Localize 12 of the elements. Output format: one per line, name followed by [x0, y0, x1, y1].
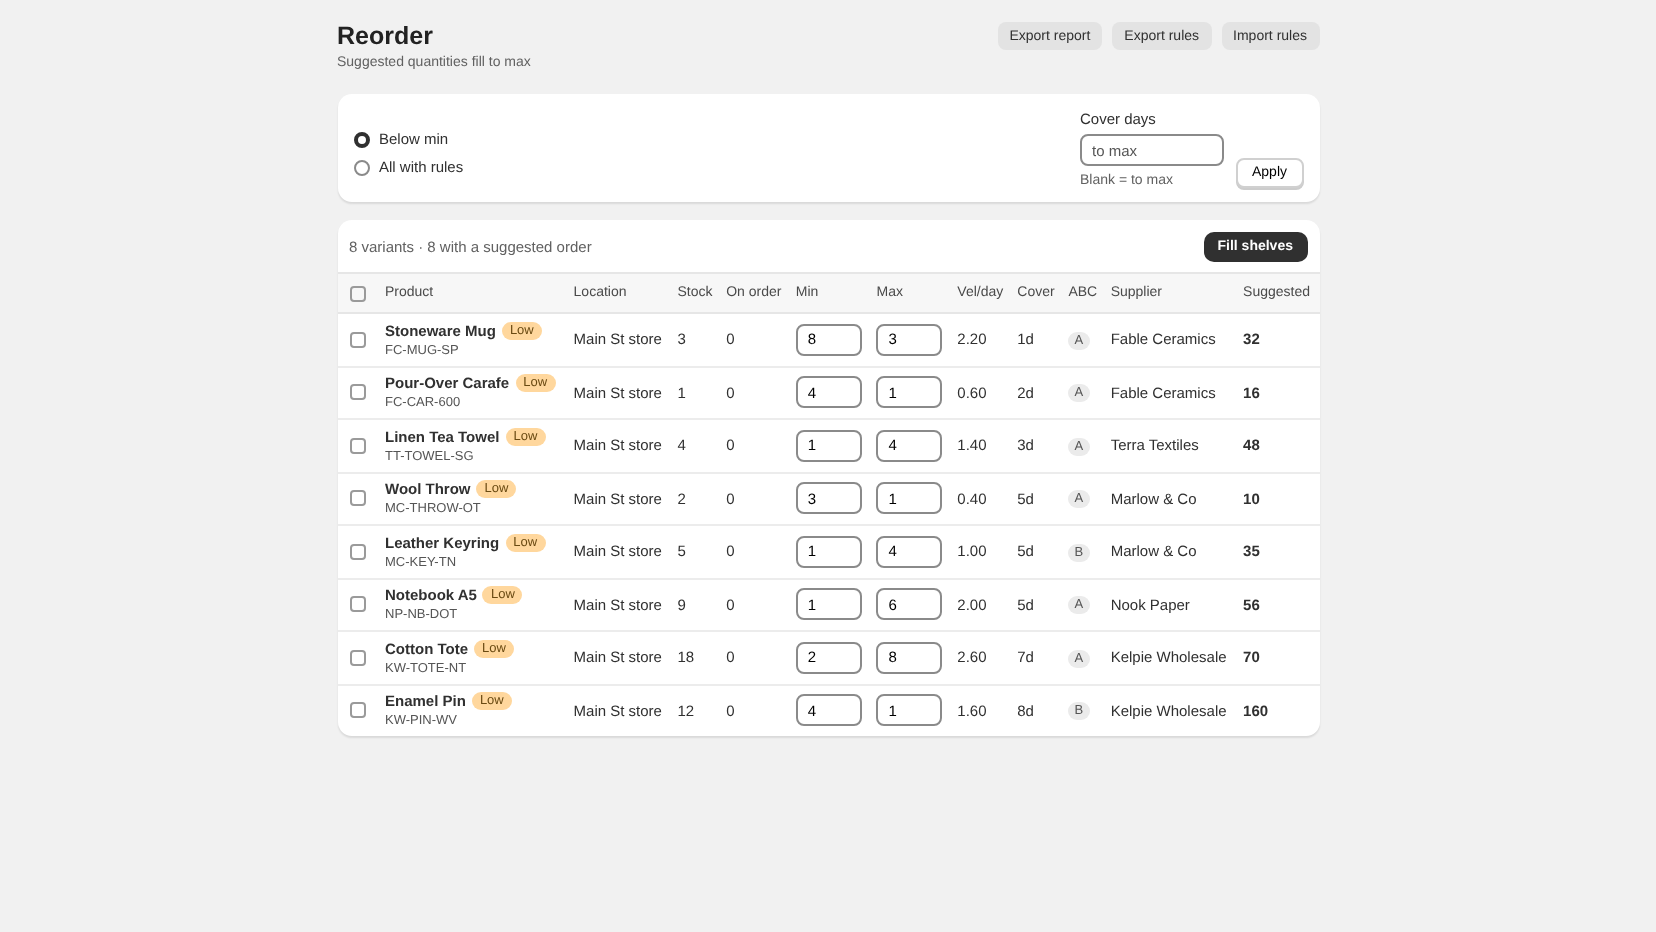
page-title: Reorder [337, 22, 435, 50]
row-checkbox[interactable] [349, 384, 365, 401]
row-checkbox[interactable] [349, 596, 365, 613]
row-checkbox[interactable] [349, 702, 365, 719]
row-checkbox[interactable] [349, 331, 365, 348]
row-checkbox[interactable] [349, 490, 365, 507]
row-checkbox[interactable] [349, 649, 365, 666]
select-all-checkbox[interactable] [349, 285, 365, 301]
radio-button[interactable] [353, 159, 369, 175]
row-checkbox[interactable] [349, 437, 365, 454]
radio-button[interactable] [353, 131, 369, 147]
row-checkbox[interactable] [349, 543, 365, 560]
